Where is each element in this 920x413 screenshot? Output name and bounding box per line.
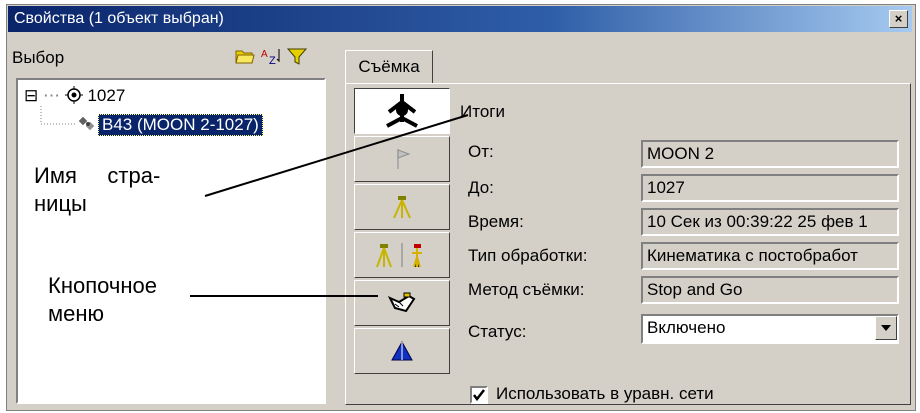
annotation-lines <box>190 114 469 297</box>
page-name-pointer-line <box>204 114 469 197</box>
